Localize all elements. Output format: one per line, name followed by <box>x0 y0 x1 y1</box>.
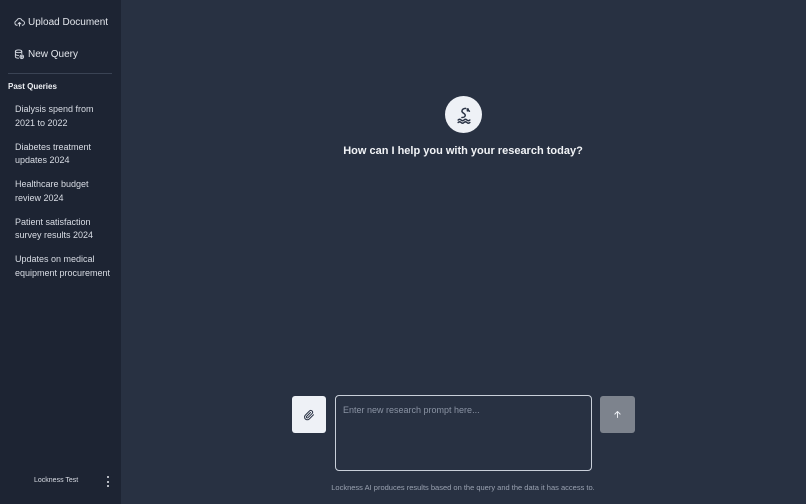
past-query-item[interactable]: Diabetes treatment updates 2024 <box>15 141 115 168</box>
cloud-upload-icon <box>14 17 25 28</box>
send-button[interactable] <box>600 396 635 433</box>
past-query-item[interactable]: Healthcare budget review 2024 <box>15 178 115 205</box>
attach-file-button[interactable] <box>292 396 326 433</box>
new-query-button[interactable]: New Query <box>14 49 78 60</box>
past-query-item[interactable]: Patient satisfaction survey results 2024 <box>15 216 115 243</box>
new-query-label: New Query <box>28 49 79 60</box>
past-queries-heading: Past Queries <box>8 82 57 91</box>
upload-document-label: Upload Document <box>28 17 109 28</box>
past-query-item[interactable]: Dialysis spend from 2021 to 2022 <box>15 103 115 130</box>
user-profile: Lockness Test <box>0 476 121 488</box>
arrow-up-icon <box>614 411 621 418</box>
database-plus-icon <box>14 49 25 60</box>
paperclip-icon <box>304 409 314 420</box>
sidebar: Upload Document New Query Past Queries D… <box>0 0 121 504</box>
lockness-logo-icon <box>445 96 482 133</box>
user-name: Lockness Test <box>34 477 79 484</box>
disclaimer-text: Lockness AI produces results based on th… <box>331 483 595 492</box>
past-queries-list: Dialysis spend from 2021 to 2022 Diabete… <box>15 103 115 291</box>
research-prompt-input[interactable] <box>335 395 592 471</box>
past-query-item[interactable]: Updates on medical equipment procurement <box>15 253 115 280</box>
sidebar-divider <box>8 73 112 74</box>
more-vertical-icon[interactable] <box>105 476 111 487</box>
upload-document-button[interactable]: Upload Document <box>14 17 108 28</box>
welcome-headline: How can I help you with your research to… <box>343 145 583 157</box>
